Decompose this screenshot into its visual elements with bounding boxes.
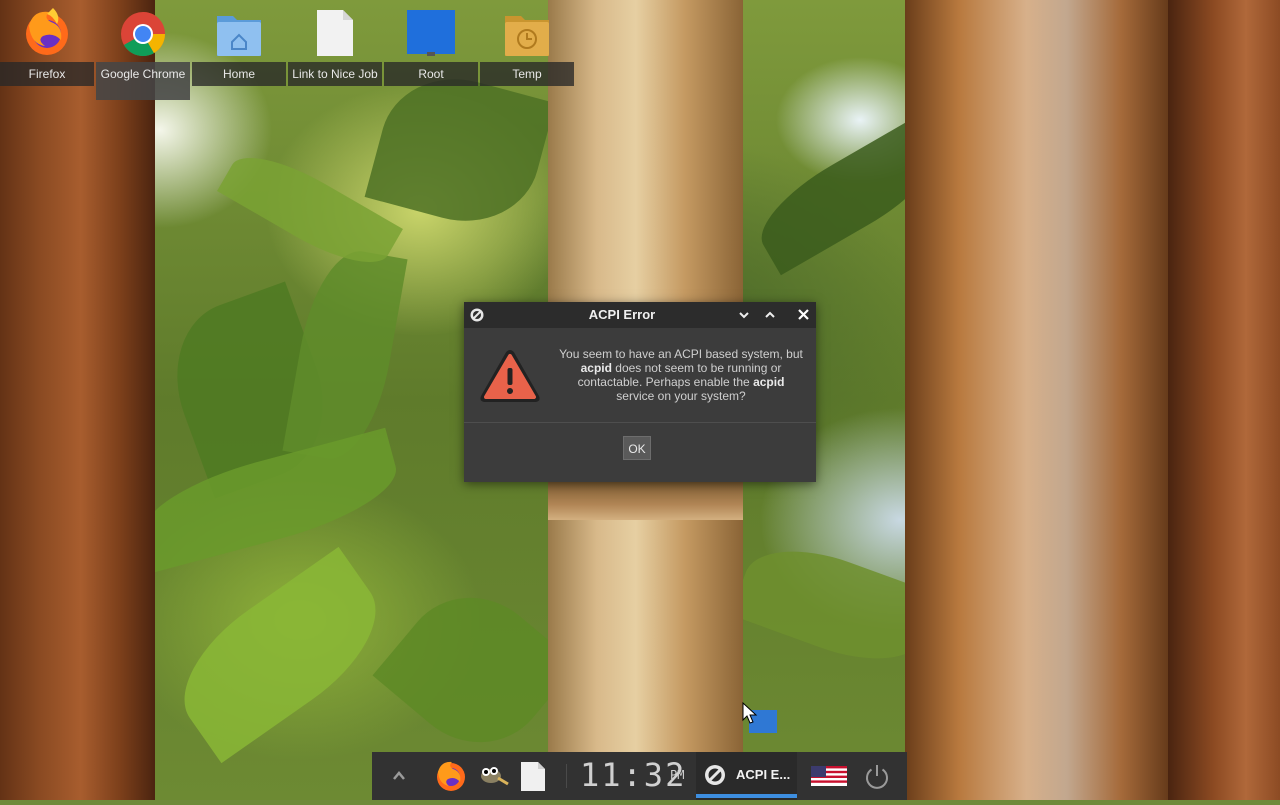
launcher-firefox[interactable] — [434, 752, 468, 800]
message-line: You seem to have an ACPI based system, b… — [559, 347, 803, 361]
desktop-icon-label: Google Chrome — [96, 62, 190, 100]
app-icon — [705, 765, 725, 785]
file-icon — [317, 10, 353, 56]
bamboo-trunk — [1168, 0, 1280, 800]
firefox-icon — [26, 8, 68, 55]
file-icon — [521, 762, 545, 791]
gimp-icon — [481, 767, 509, 786]
mouse-cursor-icon — [742, 702, 758, 724]
desktop-icon-label: Link to Nice Job — [288, 62, 382, 86]
clock[interactable]: 11:32 PM — [580, 752, 688, 800]
acpi-error-dialog: ACPI Error You seem to have an ACPI base… — [464, 302, 816, 482]
clock-ampm: PM — [670, 768, 685, 782]
power-button[interactable] — [862, 752, 892, 800]
us-flag-icon — [811, 766, 847, 786]
up-arrow-icon — [393, 771, 405, 780]
desktop-icon-label: Root — [384, 62, 478, 86]
message-line: service on your system? — [616, 389, 746, 403]
bamboo-node — [548, 480, 743, 520]
dialog-titlebar[interactable]: ACPI Error — [464, 302, 816, 328]
maximize-button[interactable] — [760, 305, 780, 325]
taskbar: 11:32 PM ACPI E... — [372, 752, 907, 800]
close-icon — [797, 309, 809, 320]
chrome-icon — [121, 12, 166, 57]
ok-button[interactable]: OK — [623, 436, 651, 460]
home-folder-icon — [217, 16, 261, 56]
power-icon — [866, 765, 888, 789]
task-label: ACPI E... — [736, 767, 791, 782]
launcher-file[interactable] — [518, 752, 548, 800]
minimize-icon — [739, 312, 749, 319]
message-bold: acpid — [753, 375, 785, 389]
bamboo-trunk — [0, 0, 155, 800]
task-acpi-error[interactable]: ACPI E... — [696, 752, 797, 800]
message-bold: acpid — [580, 361, 612, 375]
active-task-indicator — [696, 794, 797, 798]
launcher-gimp[interactable] — [476, 752, 510, 800]
taskbar-separator — [566, 764, 567, 788]
message-line: contactable. Perhaps enable the — [577, 375, 754, 389]
clock-folder-icon — [505, 16, 549, 56]
drive-icon — [407, 10, 455, 56]
maximize-icon — [765, 311, 775, 318]
keyboard-layout-button[interactable] — [810, 752, 848, 800]
minimize-button[interactable] — [734, 305, 754, 325]
close-button[interactable] — [793, 305, 813, 325]
desktop-icon-label: Firefox — [0, 62, 94, 86]
desktop-icon-label: Temp — [480, 62, 574, 86]
message-line: does not seem to be running or — [611, 361, 782, 375]
show-desktop-button[interactable] — [386, 752, 412, 800]
dialog-message: You seem to have an ACPI based system, b… — [550, 347, 812, 403]
warning-icon — [480, 350, 540, 402]
firefox-icon — [437, 761, 465, 791]
desktop-icon-label: Home — [192, 62, 286, 86]
bamboo-trunk — [905, 0, 1175, 800]
dialog-separator — [464, 422, 816, 423]
dialog-title: ACPI Error — [588, 307, 656, 322]
